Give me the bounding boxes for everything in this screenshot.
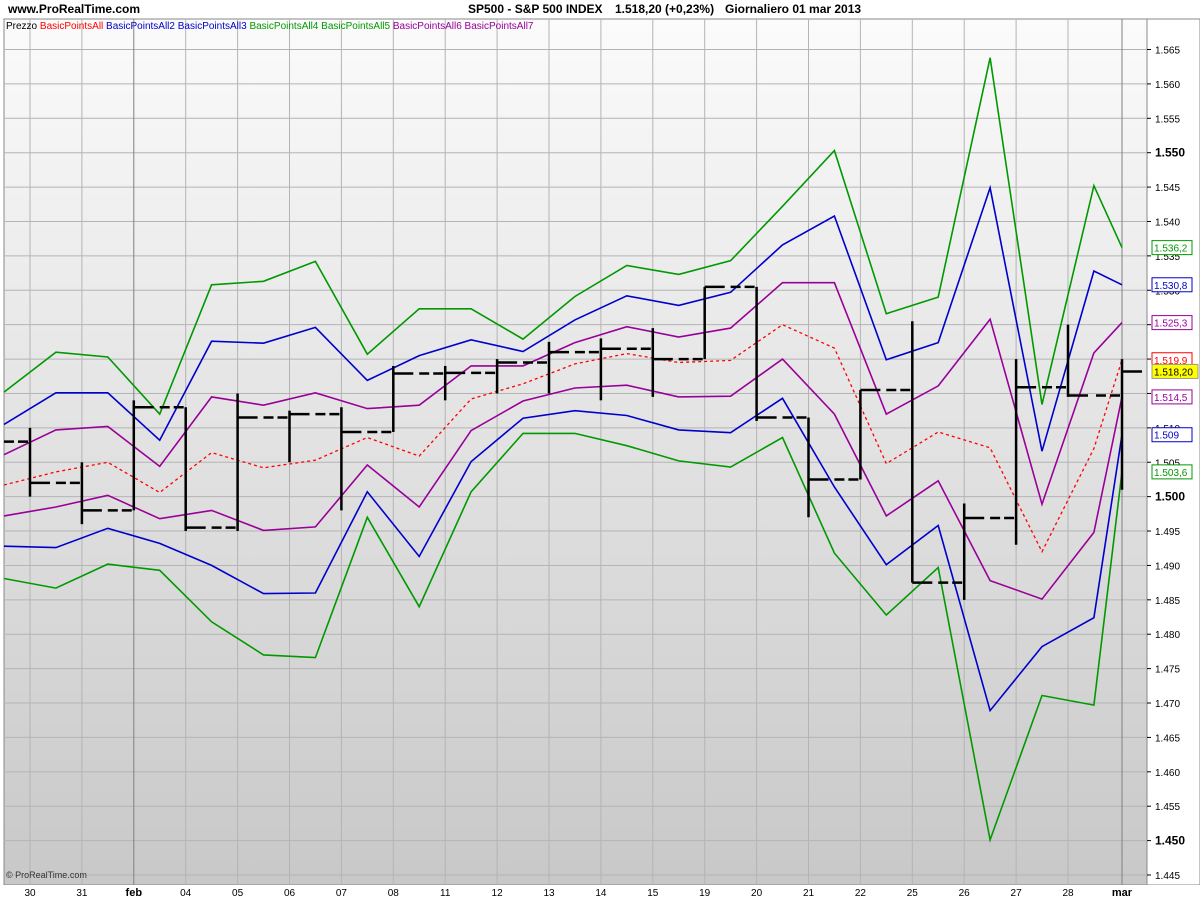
plot-area[interactable] [3,18,1148,886]
end-label-BasicPointsAll4: 1.536,2 [1151,240,1193,256]
x-tick-label: 28 [1062,888,1074,899]
end-label-text: 1.525,3 [1154,319,1188,330]
x-tick-label: 04 [180,888,192,899]
x-tick-label: mar [1112,887,1133,899]
y-tick-label: 1.475 [1155,665,1180,676]
x-tick-label: 15 [647,888,659,899]
x-tick-label: 06 [284,888,296,899]
y-tick-label: 1.450 [1155,834,1185,848]
x-tick-label: 19 [699,888,711,899]
x-tick-label: 30 [24,888,36,899]
y-tick-label: 1.470 [1155,699,1180,710]
site-title[interactable]: www.ProRealTime.com [7,2,140,16]
end-label-BasicPointsAll5: 1.503,6 [1151,464,1193,480]
x-tick-label: 25 [907,888,919,899]
x-tick-label: 12 [492,888,504,899]
y-tick-label: 1.500 [1155,490,1185,504]
end-label-text: 1.503,6 [1154,468,1188,479]
legend-item[interactable]: Prezzo [6,21,38,32]
y-tick-label: 1.550 [1155,146,1185,160]
x-tick-label: 11 [440,888,451,899]
legend-item[interactable]: BasicPointsAll2 [103,21,175,32]
x-tick-label: 21 [803,888,815,899]
y-tick-label: 1.445 [1155,871,1180,882]
instrument-name: SP500 - S&P 500 INDEX [468,2,603,16]
end-label-text: 1.536,2 [1154,244,1188,255]
x-tick-label: 31 [76,888,88,899]
x-tick-label: 13 [543,888,555,899]
y-tick-label: 1.485 [1155,596,1180,607]
end-label-BasicPointsAll2: 1.530,8 [1151,277,1193,293]
end-label-BasicPointsAll6: 1.525,3 [1151,315,1193,331]
y-tick-label: 1.460 [1155,768,1180,779]
y-tick-label: 1.545 [1155,183,1180,194]
end-label-text: 1.530,8 [1154,281,1188,292]
price-change: 1.518,20 (+0,23%) [615,2,714,16]
y-tick-label: 1.555 [1155,114,1180,125]
end-label-text: 1.509 [1154,431,1179,442]
end-label-text: 1.514,5 [1154,393,1188,404]
end-label-BasicPointsAll7: 1.514,5 [1151,389,1193,405]
legend-item[interactable]: BasicPointsAll [37,21,103,32]
y-tick-label: 1.565 [1155,46,1180,57]
y-tick-label: 1.540 [1155,217,1180,228]
chart-canvas: www.ProRealTime.com SP500 - S&P 500 INDE… [0,2,1200,900]
end-label-BasicPointsAll3: 1.509 [1151,427,1193,443]
x-tick-label: 07 [336,888,348,899]
y-tick-label: 1.490 [1155,561,1180,572]
legend: Prezzo BasicPointsAll BasicPointsAll2 Ba… [6,21,534,32]
chart-header: www.ProRealTime.com SP500 - S&P 500 INDE… [7,2,861,16]
legend-item[interactable]: BasicPointsAll6 [390,21,462,32]
x-tick-label: 05 [232,888,244,899]
x-tick-label: 26 [959,888,971,899]
x-tick-label: 27 [1011,888,1023,899]
legend-item[interactable]: BasicPointsAll7 [462,21,534,32]
timeframe-date: Giornaliero 01 mar 2013 [725,2,861,16]
legend-item[interactable]: BasicPointsAll4 [247,21,319,32]
legend-item[interactable]: BasicPointsAll5 [318,21,390,32]
x-tick-label: 20 [751,888,763,899]
legend-item[interactable]: BasicPointsAll3 [175,21,247,32]
y-tick-label: 1.455 [1155,802,1180,813]
y-tick-label: 1.480 [1155,630,1180,641]
last-price-text: 1.518,20 [1154,367,1193,378]
x-tick-label: 08 [388,888,400,899]
y-tick-label: 1.560 [1155,80,1180,91]
last-price-label: 1.518,20 [1151,363,1199,379]
x-tick-label: 14 [595,888,607,899]
x-tick-label: 22 [855,888,867,899]
y-tick-label: 1.465 [1155,733,1180,744]
y-tick-label: 1.495 [1155,527,1180,538]
copyright-text: © ProRealTime.com [6,870,87,880]
x-tick-label: feb [126,887,143,899]
